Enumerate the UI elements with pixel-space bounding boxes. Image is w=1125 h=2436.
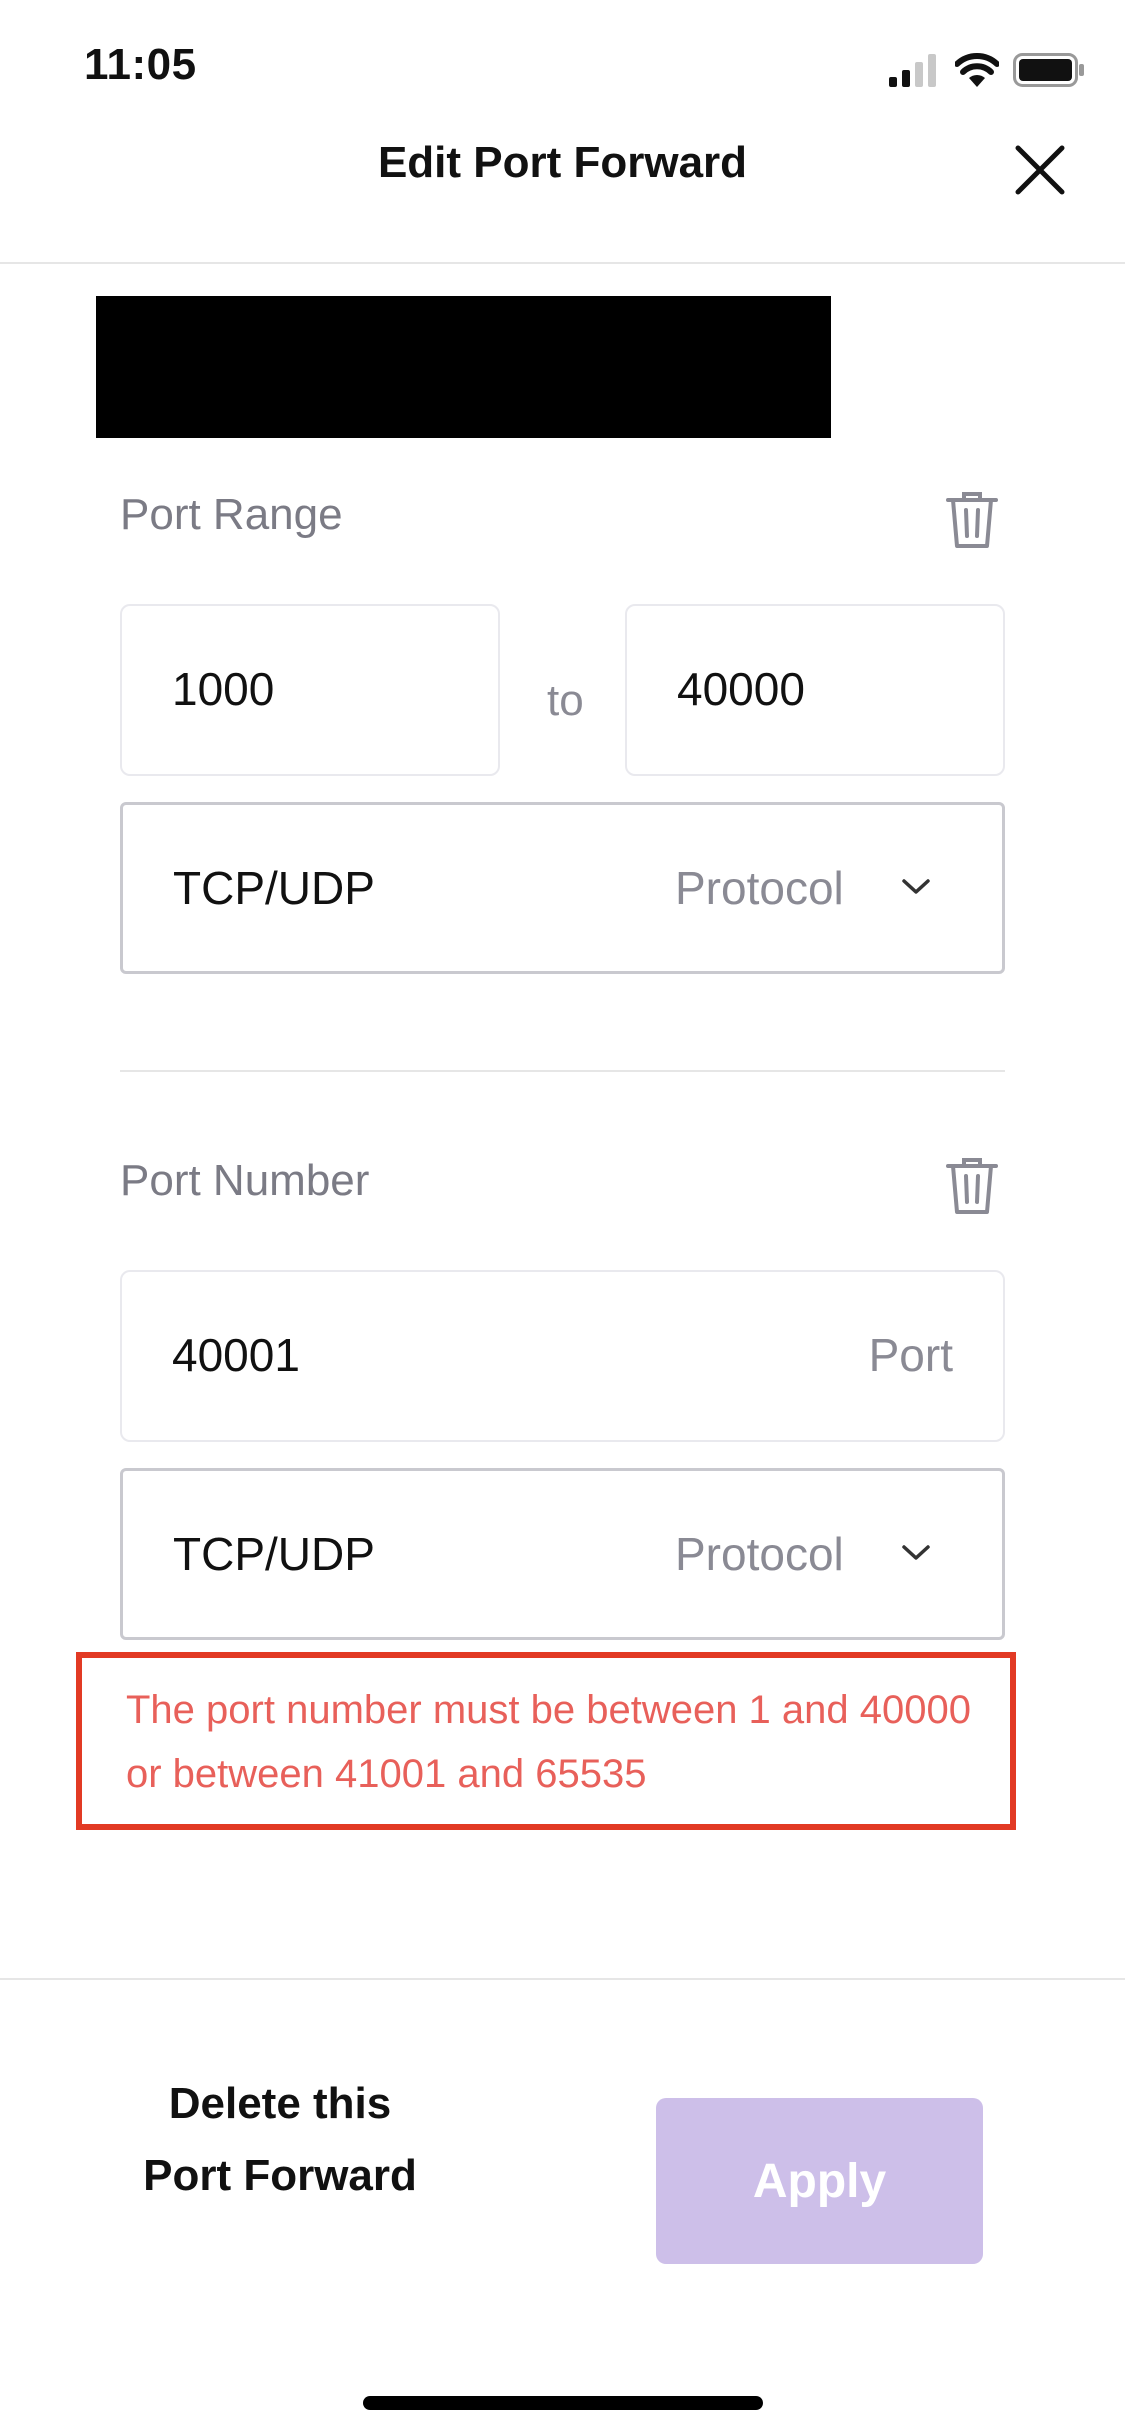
delete-port-forward-button[interactable]: Delete this Port Forward bbox=[130, 2068, 430, 2212]
port-number-protocol-value: TCP/UDP bbox=[173, 1528, 375, 1580]
chevron-down-icon bbox=[902, 1545, 930, 1560]
redacted-block bbox=[96, 296, 831, 438]
error-message: The port number must be between 1 and 40… bbox=[126, 1688, 971, 1796]
close-button[interactable] bbox=[1010, 140, 1070, 200]
apply-button[interactable]: Apply bbox=[656, 2098, 983, 2264]
trash-icon[interactable] bbox=[944, 1156, 1000, 1216]
home-indicator bbox=[363, 2396, 763, 2410]
port-number-value: 40001 bbox=[172, 1329, 300, 1381]
error-message-box: The port number must be between 1 and 40… bbox=[76, 1652, 1016, 1830]
port-number-label: Port Number bbox=[120, 1156, 370, 1205]
delete-port-number-button[interactable] bbox=[944, 1156, 1000, 1216]
port-range-start-value: 1000 bbox=[172, 663, 275, 715]
wifi-icon bbox=[955, 53, 999, 87]
trash-icon[interactable] bbox=[944, 490, 1000, 550]
battery-icon bbox=[1013, 53, 1084, 87]
port-range-end-value: 40000 bbox=[677, 663, 805, 715]
port-range-protocol-hint: Protocol bbox=[675, 862, 844, 914]
port-number-input[interactable]: 40001 Port bbox=[120, 1270, 1005, 1442]
port-range-end-input[interactable]: 40000 bbox=[625, 604, 1005, 776]
port-range-protocol-select[interactable]: TCP/UDP Protocol bbox=[120, 802, 1005, 974]
port-range-start-input[interactable]: 1000 bbox=[120, 604, 500, 776]
status-time: 11:05 bbox=[84, 40, 197, 89]
header-divider bbox=[0, 262, 1125, 264]
range-to-label: to bbox=[547, 676, 584, 725]
delete-port-range-button[interactable] bbox=[944, 490, 1000, 550]
port-range-protocol-value: TCP/UDP bbox=[173, 862, 375, 914]
port-range-label: Port Range bbox=[120, 490, 343, 539]
page-title: Edit Port Forward bbox=[377, 138, 748, 187]
cellular-signal-icon bbox=[889, 54, 936, 87]
section-divider bbox=[120, 1070, 1005, 1072]
footer-divider bbox=[0, 1978, 1125, 1980]
port-number-protocol-hint: Protocol bbox=[675, 1528, 844, 1580]
chevron-down-icon bbox=[902, 879, 930, 894]
port-number-protocol-select[interactable]: TCP/UDP Protocol bbox=[120, 1468, 1005, 1640]
close-icon[interactable] bbox=[1010, 140, 1070, 200]
status-icons bbox=[889, 48, 1085, 92]
port-number-hint: Port bbox=[868, 1329, 953, 1381]
